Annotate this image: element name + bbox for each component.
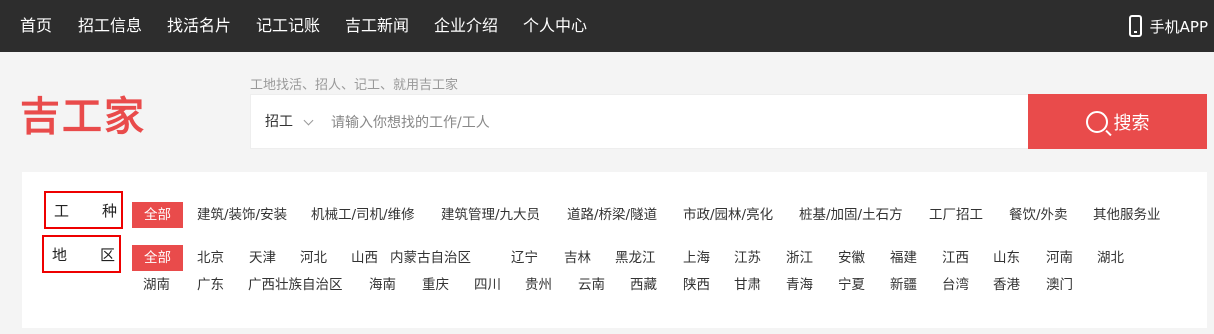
region-option[interactable]: 上海 bbox=[683, 245, 710, 271]
region-option[interactable]: 黑龙江 bbox=[615, 245, 656, 271]
trade-label-char-2: 种 bbox=[101, 201, 117, 220]
region-filter-label: 地 区 bbox=[42, 235, 121, 273]
region-option[interactable]: 台湾 bbox=[942, 272, 969, 298]
region-option[interactable]: 四川 bbox=[474, 272, 501, 298]
region-option[interactable]: 青海 bbox=[786, 272, 813, 298]
search-type-select[interactable]: 招工 bbox=[265, 95, 314, 150]
region-option[interactable]: 山东 bbox=[993, 245, 1020, 271]
region-option-all[interactable]: 全部 bbox=[132, 245, 183, 271]
nav-home[interactable]: 首页 bbox=[20, 0, 52, 52]
search-button-label: 搜索 bbox=[1113, 112, 1150, 134]
nav-accounting[interactable]: 记工记账 bbox=[256, 0, 320, 52]
trade-filter-label: 工 种 bbox=[44, 191, 123, 229]
region-option[interactable]: 新疆 bbox=[890, 272, 917, 298]
region-option[interactable]: 浙江 bbox=[786, 245, 813, 271]
slogan: 工地找活、招人、记工、就用吉工家 bbox=[250, 78, 459, 93]
region-option[interactable]: 湖北 bbox=[1097, 245, 1124, 271]
search-input[interactable] bbox=[331, 105, 1011, 140]
search-type-value: 招工 bbox=[265, 114, 293, 130]
region-option[interactable]: 河北 bbox=[300, 245, 327, 271]
logo[interactable]: 吉工家 bbox=[20, 84, 146, 142]
chevron-down-icon bbox=[303, 115, 314, 125]
trade-option[interactable]: 道路/桥梁/隧道 bbox=[567, 202, 657, 228]
nav-company[interactable]: 企业介绍 bbox=[434, 0, 498, 52]
filter-panel: 工 种 地 区 全部 建筑/装饰/安装 机械工/司机/维修 建筑管理/九大员 道路/桥梁… bbox=[22, 172, 1207, 328]
search-button[interactable]: 搜索 bbox=[1028, 94, 1207, 149]
nav-cards[interactable]: 找活名片 bbox=[167, 0, 231, 52]
trade-option[interactable]: 建筑管理/九大员 bbox=[441, 202, 540, 228]
region-option[interactable]: 江西 bbox=[942, 245, 969, 271]
trade-option[interactable]: 市政/园林/亮化 bbox=[683, 202, 773, 228]
region-option[interactable]: 吉林 bbox=[564, 245, 591, 271]
region-option[interactable]: 澳门 bbox=[1046, 272, 1073, 298]
trade-option[interactable]: 工厂招工 bbox=[929, 202, 983, 228]
region-option[interactable]: 海南 bbox=[369, 272, 396, 298]
region-option[interactable]: 甘肃 bbox=[734, 272, 761, 298]
trade-option[interactable]: 餐饮/外卖 bbox=[1009, 202, 1068, 228]
region-option[interactable]: 宁夏 bbox=[838, 272, 865, 298]
phone-icon bbox=[1128, 15, 1142, 37]
region-option[interactable]: 云南 bbox=[578, 272, 605, 298]
region-option[interactable]: 北京 bbox=[197, 245, 224, 271]
nav-jobs[interactable]: 招工信息 bbox=[78, 0, 142, 52]
top-nav: 首页 招工信息 找活名片 记工记账 吉工新闻 企业介绍 个人中心 手机APP bbox=[0, 0, 1214, 52]
region-option[interactable]: 西藏 bbox=[630, 272, 657, 298]
region-option[interactable]: 安徽 bbox=[838, 245, 865, 271]
region-option[interactable]: 陕西 bbox=[683, 272, 710, 298]
region-option[interactable]: 广东 bbox=[197, 272, 224, 298]
region-option[interactable]: 河南 bbox=[1046, 245, 1073, 271]
trade-option[interactable]: 机械工/司机/维修 bbox=[311, 202, 415, 228]
region-option[interactable]: 重庆 bbox=[422, 272, 449, 298]
trade-label-char-1: 工 bbox=[54, 201, 70, 220]
region-option[interactable]: 辽宁 bbox=[511, 245, 538, 271]
region-option[interactable]: 广西壮族自治区 bbox=[248, 272, 343, 298]
region-option[interactable]: 贵州 bbox=[525, 272, 552, 298]
nav-news[interactable]: 吉工新闻 bbox=[345, 0, 409, 52]
mobile-app-label: 手机APP bbox=[1149, 17, 1208, 36]
region-option[interactable]: 江苏 bbox=[734, 245, 761, 271]
region-option[interactable]: 内蒙古自治区 bbox=[390, 245, 471, 271]
region-option[interactable]: 湖南 bbox=[143, 272, 170, 298]
search-icon bbox=[1085, 110, 1108, 133]
trade-option[interactable]: 建筑/装饰/安装 bbox=[197, 202, 287, 228]
nav-user-center[interactable]: 个人中心 bbox=[523, 0, 587, 52]
region-option[interactable]: 香港 bbox=[993, 272, 1020, 298]
region-label-char-2: 区 bbox=[99, 245, 115, 264]
region-option[interactable]: 福建 bbox=[890, 245, 917, 271]
region-label-char-1: 地 bbox=[52, 245, 68, 264]
mobile-app-link[interactable]: 手机APP bbox=[1128, 0, 1208, 52]
trade-option[interactable]: 桩基/加固/土石方 bbox=[799, 202, 903, 228]
region-option[interactable]: 山西 bbox=[351, 245, 378, 271]
trade-option-all[interactable]: 全部 bbox=[132, 202, 183, 228]
trade-option[interactable]: 其他服务业 bbox=[1093, 202, 1161, 228]
region-option[interactable]: 天津 bbox=[249, 245, 276, 271]
